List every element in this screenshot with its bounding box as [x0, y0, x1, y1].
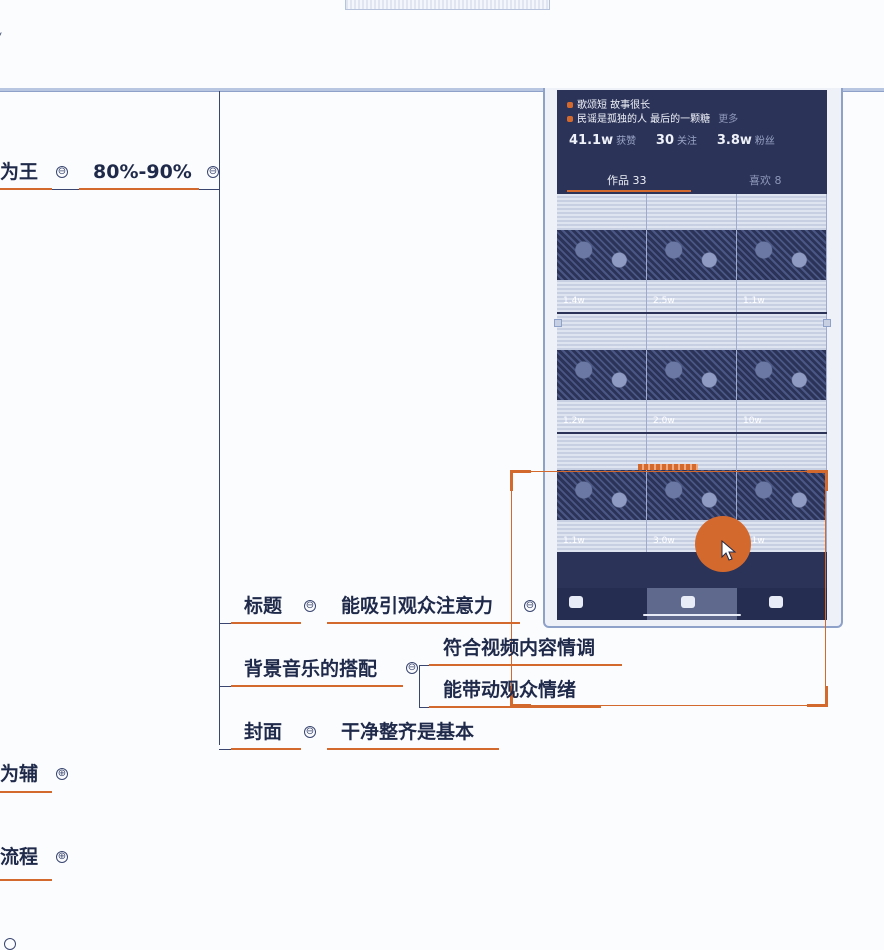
partial-toggle-icon[interactable]: [4, 938, 16, 950]
selection-corner[interactable]: [510, 470, 531, 491]
view-count: 1.4w: [563, 296, 585, 306]
cover-node-underline: [231, 748, 301, 750]
video-thumbnail[interactable]: 10w: [737, 314, 827, 432]
connector-music: [219, 686, 231, 687]
branch-node-underline: [0, 879, 52, 881]
title-child-underline: [327, 622, 520, 624]
profile-stats: 41.1w 获赞 30 关注 3.8w 粉丝: [569, 132, 791, 148]
followers-label: 粉丝: [754, 136, 775, 147]
video-thumbnail[interactable]: 1.1w: [737, 194, 827, 312]
collapse-icon[interactable]: ⊖: [304, 600, 316, 612]
music-node-underline: [231, 685, 403, 687]
mouse-pointer-icon: [721, 540, 737, 561]
music-child-node-1[interactable]: 符合视频内容情调: [443, 636, 595, 660]
view-count: 1.2w: [563, 416, 585, 426]
connector-music-child1: [419, 665, 429, 666]
tab-likes[interactable]: 喜欢 8: [749, 172, 782, 188]
active-tab-indicator: [567, 190, 691, 192]
branch-node-label[interactable]: 流程: [0, 845, 38, 869]
more-link[interactable]: 更多: [718, 114, 738, 125]
thumbnail-image: [557, 230, 646, 280]
view-count: 2.5w: [653, 296, 675, 306]
bio-line: 歌颂短 故事很长: [567, 96, 650, 111]
tab-works[interactable]: 作品 33: [607, 172, 647, 188]
video-thumbnail[interactable]: 1.2w: [557, 314, 647, 432]
collapse-icon[interactable]: ⊖: [56, 166, 68, 178]
thumbnail-image: [737, 230, 826, 280]
followers-count: 3.8w: [716, 133, 752, 148]
video-thumbnail[interactable]: 1.4w: [557, 194, 647, 312]
thumbnail-image: [647, 350, 736, 400]
cover-node[interactable]: 封面: [244, 720, 282, 744]
likes-count: 41.1w: [569, 133, 614, 148]
ratio-node[interactable]: 80%-90%: [93, 160, 192, 184]
cover-child-node[interactable]: 干净整齐是基本: [341, 720, 474, 744]
connector-title: [219, 623, 231, 624]
connector-spine: [219, 189, 220, 745]
profile-tabs: 作品 33 喜欢 8: [557, 170, 827, 192]
branch-node-label[interactable]: 为王: [0, 160, 38, 184]
selection-box[interactable]: [511, 471, 826, 706]
collapse-icon[interactable]: ⊖: [304, 726, 316, 738]
view-count: 2.0w: [653, 416, 675, 426]
music-node[interactable]: 背景音乐的搭配: [244, 657, 377, 681]
following-label: 关注: [677, 136, 698, 147]
collapse-icon[interactable]: ⊖: [406, 662, 418, 674]
likes-label: 获赞: [616, 136, 637, 147]
video-thumbnail[interactable]: 2.0w: [647, 314, 737, 432]
connector-music-fork: [419, 665, 420, 707]
connector-trunk: [219, 91, 220, 189]
bio-text: 民谣是孤独的人 最后的一颗糖: [577, 114, 711, 125]
resize-handle[interactable]: [554, 319, 562, 327]
chevron-down-icon[interactable]: ˅: [0, 32, 3, 48]
thumbnail-image: [557, 350, 646, 400]
branch-node-label[interactable]: 为辅: [0, 762, 38, 786]
thumbnail-image: [647, 230, 736, 280]
music-child-underline-1: [429, 664, 622, 666]
view-count: 10w: [743, 416, 762, 426]
branch-node-underline: [0, 791, 52, 793]
top-box: [345, 0, 550, 10]
ratio-node-underline: [79, 188, 199, 190]
title-node[interactable]: 标题: [244, 594, 282, 618]
view-count: 1.1w: [743, 296, 765, 306]
selection-corner[interactable]: [807, 686, 828, 707]
bio-line: 民谣是孤独的人 最后的一颗糖 更多: [567, 110, 738, 125]
connector-cover: [219, 749, 231, 750]
collapse-icon[interactable]: ⊖: [207, 166, 219, 178]
title-node-underline: [231, 622, 301, 624]
branch-node-underline: [0, 188, 52, 190]
music-child-node-2[interactable]: 能带动观众情绪: [443, 678, 576, 702]
music-child-underline-2: [429, 706, 601, 708]
expand-icon[interactable]: ⊕: [56, 851, 68, 863]
cover-child-underline: [327, 748, 499, 750]
resize-handle[interactable]: [823, 319, 831, 327]
thumbnail-image: [737, 350, 826, 400]
selection-corner[interactable]: [807, 470, 828, 491]
following-count: 30: [655, 133, 675, 148]
collapse-icon[interactable]: ⊖: [524, 600, 536, 612]
video-thumbnail[interactable]: 2.5w: [647, 194, 737, 312]
connector-music-child2: [419, 707, 429, 708]
bullet-icon: [567, 102, 573, 108]
expand-icon[interactable]: ⊕: [56, 768, 68, 780]
title-child-node[interactable]: 能吸引观众注意力: [341, 594, 493, 618]
selection-handle-bar[interactable]: [638, 464, 698, 470]
bullet-icon: [567, 116, 573, 122]
